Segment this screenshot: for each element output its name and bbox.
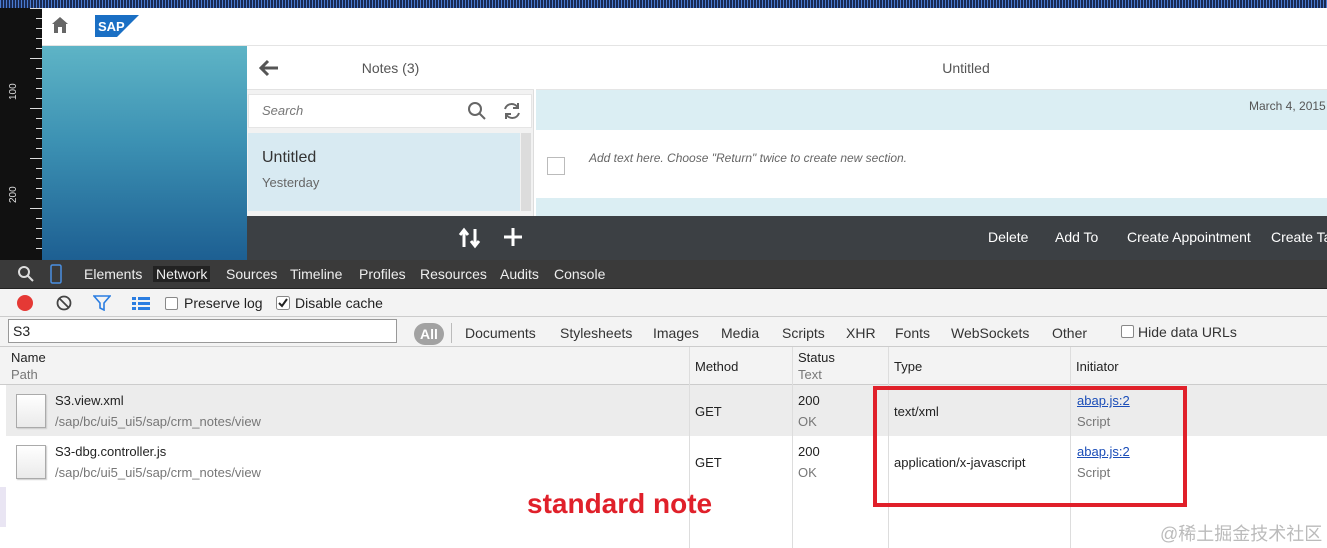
request-method: GET [695, 455, 722, 470]
create-task-button[interactable]: Create Ta [1271, 229, 1327, 245]
tab-resources[interactable]: Resources [420, 266, 487, 282]
tab-profiles[interactable]: Profiles [359, 266, 406, 282]
home-icon[interactable] [50, 15, 70, 35]
vertical-ruler: 100 200 [0, 8, 42, 260]
left-edge-strip [0, 487, 6, 527]
detail-date-band [536, 90, 1327, 130]
highlight-box [873, 386, 1187, 507]
note-title: Untitled [262, 149, 317, 166]
search-placeholder: Search [262, 103, 304, 118]
ruler-label-100: 100 [8, 83, 19, 100]
disable-cache-label: Disable cache [295, 295, 383, 311]
top-dotted-bar [0, 0, 1327, 8]
filter-all-button[interactable]: All [414, 323, 444, 345]
shell-header [42, 8, 1327, 46]
column-name[interactable]: Name [11, 350, 46, 365]
column-initiator[interactable]: Initiator [1076, 359, 1119, 374]
filter-icon[interactable] [93, 295, 111, 311]
filter-separator [451, 323, 452, 343]
svg-text:SAP: SAP [98, 19, 125, 34]
tab-timeline[interactable]: Timeline [290, 266, 342, 282]
scrollbar[interactable] [521, 133, 531, 211]
create-appointment-button[interactable]: Create Appointment [1127, 229, 1251, 245]
request-path: /sap/bc/ui5_ui5/sap/crm_notes/view [55, 465, 261, 480]
inspect-search-icon[interactable] [17, 265, 35, 283]
request-path: /sap/bc/ui5_ui5/sap/crm_notes/view [55, 414, 261, 429]
detail-date: March 4, 2015 [1249, 99, 1326, 113]
master-title: Notes (3) [361, 60, 420, 76]
search-icon[interactable] [467, 101, 487, 121]
refresh-icon[interactable] [502, 101, 522, 121]
tab-elements[interactable]: Elements [84, 266, 142, 282]
large-rows-icon[interactable] [131, 295, 151, 311]
file-icon [16, 445, 46, 479]
column-method[interactable]: Method [695, 359, 738, 374]
annotation-text: standard note [527, 488, 713, 519]
request-status: 200 [798, 393, 820, 408]
watermark: @稀土掘金技术社区 [1160, 524, 1323, 544]
filter-media[interactable]: Media [721, 325, 759, 341]
section-checkbox[interactable] [547, 157, 565, 175]
filter-other[interactable]: Other [1052, 325, 1087, 341]
clear-icon[interactable] [56, 295, 72, 311]
tab-sources[interactable]: Sources [226, 266, 277, 282]
note-text-placeholder[interactable]: Add text here. Choose "Return" twice to … [589, 151, 907, 165]
request-status: 200 [798, 444, 820, 459]
filter-images[interactable]: Images [653, 325, 699, 341]
detail-footer-band [536, 198, 1327, 216]
add-to-button[interactable]: Add To [1055, 229, 1098, 245]
preserve-log-checkbox[interactable] [165, 297, 178, 310]
hide-data-urls-label: Hide data URLs [1138, 324, 1237, 340]
tab-console[interactable]: Console [554, 266, 605, 282]
note-date: Yesterday [262, 175, 320, 190]
preserve-log-label: Preserve log [184, 295, 263, 311]
filter-stylesheets[interactable]: Stylesheets [560, 325, 632, 341]
column-type[interactable]: Type [894, 359, 922, 374]
detail-body [536, 134, 1327, 198]
filter-fonts[interactable]: Fonts [895, 325, 930, 341]
request-status-text: OK [798, 465, 817, 480]
disable-cache-checkbox[interactable] [276, 296, 290, 310]
tab-network[interactable]: Network [153, 266, 211, 282]
delete-button[interactable]: Delete [988, 229, 1028, 245]
filter-xhr[interactable]: XHR [846, 325, 876, 341]
column-path: Path [11, 367, 38, 382]
request-name[interactable]: S3-dbg.controller.js [55, 444, 166, 459]
tab-audits[interactable]: Audits [500, 266, 539, 282]
detail-title: Untitled [942, 60, 990, 76]
hide-data-urls-checkbox[interactable] [1121, 325, 1134, 338]
column-status[interactable]: Status [798, 350, 835, 365]
shell-background-pane [42, 46, 247, 260]
filter-websockets[interactable]: WebSockets [951, 325, 1029, 341]
sap-logo-icon: SAP [95, 15, 139, 37]
filter-documents[interactable]: Documents [465, 325, 536, 341]
filter-scripts[interactable]: Scripts [782, 325, 825, 341]
request-name[interactable]: S3.view.xml [55, 393, 124, 408]
request-status-text: OK [798, 414, 817, 429]
column-divider [792, 347, 793, 548]
add-icon[interactable] [502, 225, 524, 249]
list-item[interactable] [248, 133, 520, 211]
column-status-text: Text [798, 367, 822, 382]
ruler-label-200: 200 [8, 186, 19, 203]
sort-icon[interactable] [458, 227, 482, 249]
request-method: GET [695, 404, 722, 419]
table-header [0, 347, 1327, 385]
record-button[interactable] [17, 295, 33, 311]
device-mode-icon[interactable] [50, 264, 62, 284]
filter-input[interactable]: S3 [8, 319, 397, 343]
file-icon [16, 394, 46, 428]
